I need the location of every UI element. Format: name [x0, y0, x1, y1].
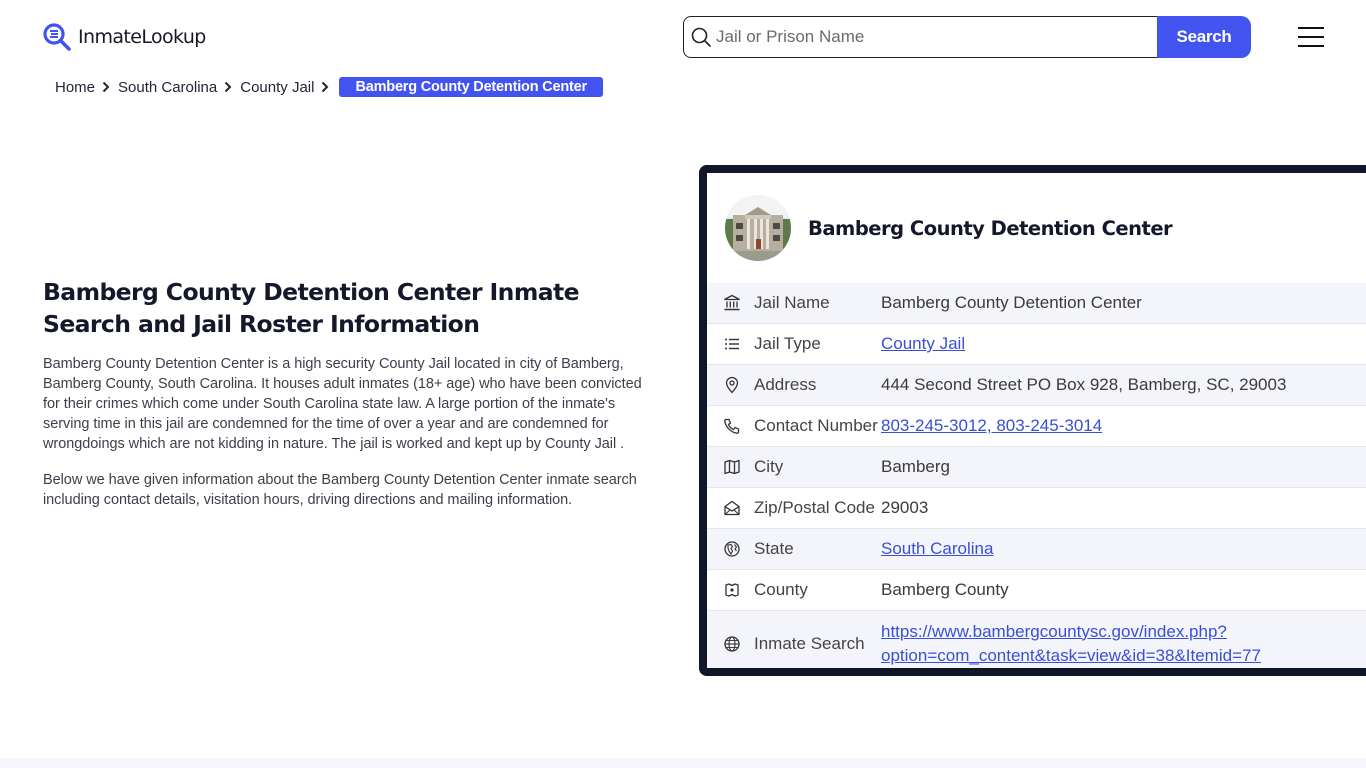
row-value: 444 Second Street PO Box 928, Bamberg, S… [881, 375, 1287, 394]
list-icon [725, 338, 739, 350]
row-label: Contact Number [754, 416, 878, 435]
row-value: Bamberg County [881, 580, 1009, 599]
link-line-1: https://www.bambergcountysc.gov/index.ph… [881, 621, 1227, 641]
world-icon [724, 635, 740, 652]
inmate-search-link[interactable]: https://www.bambergcountysc.gov/index.ph… [881, 622, 1261, 665]
state-link[interactable]: South Carolina [881, 539, 993, 558]
search-input[interactable] [716, 27, 1136, 47]
facility-photo [725, 195, 791, 261]
search-button[interactable]: Search [1157, 16, 1251, 58]
intro-paragraph: Bamberg County Detention Center is a hig… [43, 356, 642, 452]
breadcrumb-state[interactable]: South Carolina [118, 79, 217, 96]
facility-info-card: Bamberg County Detention Center Jail Nam… [699, 165, 1366, 676]
chevron-right-icon [225, 81, 232, 93]
map-icon [724, 459, 740, 475]
info-row-state: State South Carolina [707, 529, 1366, 570]
link-line-2: option=com_content&task=view&id=38&Itemi… [881, 645, 1261, 665]
search-bar: Search [683, 16, 1251, 58]
info-row-inmate-search: Inmate Search https://www.bambergcountys… [707, 611, 1366, 668]
phone-icon [724, 418, 740, 434]
row-value: Bamberg [881, 457, 950, 476]
row-label: Inmate Search [754, 633, 865, 653]
breadcrumb-current: Bamberg County Detention Center [339, 77, 603, 97]
info-row-city: City Bamberg [707, 447, 1366, 488]
intro-section: Bamberg County Detention Center Inmate S… [43, 276, 643, 526]
row-value: Bamberg County Detention Center [881, 293, 1142, 312]
info-row-jail-type: Jail Type County Jail [707, 324, 1366, 365]
row-label: Zip/Postal Code [754, 498, 875, 517]
map-pin-icon [725, 376, 739, 394]
search-field[interactable] [683, 16, 1157, 58]
mail-open-icon [724, 500, 740, 516]
magnifier-logo-icon [43, 23, 71, 51]
row-label: Jail Name [754, 293, 830, 312]
row-label: City [754, 457, 784, 476]
phone-link[interactable]: 803-245-3012, 803-245-3014 [881, 416, 1102, 435]
logo-text: InmateLookup [78, 26, 206, 48]
building-columns-icon [724, 294, 740, 311]
info-row-contact-number: Contact Number 803-245-3012, 803-245-301… [707, 406, 1366, 447]
breadcrumb-jail-type[interactable]: County Jail [240, 79, 314, 96]
card-title: Bamberg County Detention Center [808, 216, 1173, 240]
hamburger-menu-icon[interactable] [1298, 27, 1324, 47]
info-row-jail-name: Jail Name Bamberg County Detention Cente… [707, 283, 1366, 324]
row-label: Address [754, 375, 817, 394]
row-label: State [754, 539, 794, 558]
search-icon [691, 27, 711, 47]
card-header: Bamberg County Detention Center [707, 173, 1366, 283]
chevron-right-icon [102, 81, 110, 93]
site-header: InmateLookup Search [0, 0, 1366, 70]
info-row-zip: Zip/Postal Code 29003 [707, 488, 1366, 529]
chevron-right-icon [322, 81, 329, 93]
intro-paragraph: Below we have given information about th… [43, 472, 637, 508]
globe-region-icon [724, 541, 740, 557]
row-label: County [754, 580, 808, 599]
jail-type-link[interactable]: County Jail [881, 334, 965, 353]
info-row-address: Address 444 Second Street PO Box 928, Ba… [707, 365, 1366, 406]
breadcrumb-home[interactable]: Home [55, 79, 95, 96]
page-title: Bamberg County Detention Center Inmate S… [43, 278, 580, 338]
breadcrumb: Home South Carolina County Jail Bamberg … [55, 76, 603, 98]
footer-band [0, 758, 1366, 768]
county-badge-icon [725, 583, 739, 597]
logo-link[interactable]: InmateLookup [42, 22, 206, 52]
info-row-county: County Bamberg County [707, 570, 1366, 611]
row-value: 29003 [881, 498, 929, 517]
row-label: Jail Type [754, 334, 821, 353]
